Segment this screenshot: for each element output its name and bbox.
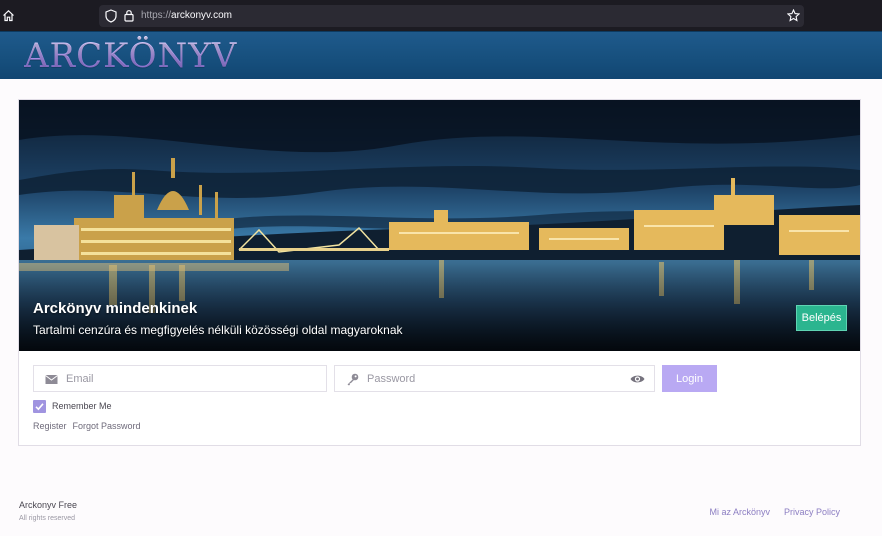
enter-button[interactable]: Belépés (796, 305, 847, 331)
hero-title: Arckönyv mindenkinek (33, 300, 198, 317)
about-link[interactable]: Mi az Arckönyv (709, 507, 770, 517)
email-input[interactable] (66, 366, 316, 391)
url-text[interactable]: https://arckonyv.com (141, 9, 232, 23)
site-header: ARCKÖNYV (0, 31, 882, 79)
home-icon[interactable] (2, 9, 15, 22)
privacy-policy-link[interactable]: Privacy Policy (784, 507, 840, 517)
remember-label: Remember Me (52, 401, 112, 411)
forgot-password-link[interactable]: Forgot Password (73, 421, 141, 431)
email-field[interactable] (33, 365, 327, 392)
shield-icon[interactable] (105, 9, 117, 23)
address-bar[interactable]: https://arckonyv.com (99, 5, 804, 27)
site-logo[interactable]: ARCKÖNYV (24, 36, 237, 76)
password-field[interactable] (334, 365, 655, 392)
eye-icon[interactable] (630, 373, 645, 385)
url-scheme: https:// (141, 10, 172, 21)
auth-links: Register Forgot Password (33, 421, 147, 431)
browser-toolbar: https://arckonyv.com (0, 0, 882, 31)
login-button[interactable]: Login (662, 365, 717, 392)
star-icon[interactable] (787, 9, 800, 22)
key-icon (347, 373, 359, 386)
remember-checkbox[interactable] (33, 400, 46, 413)
footer-rights: All rights reserved (19, 515, 76, 522)
footer-brand: Arckonyv Free (19, 500, 78, 510)
url-host: arckonyv.com (171, 10, 232, 21)
hero-subtitle: Tartalmi cenzúra és megfigyelés nélküli … (33, 323, 403, 337)
register-link[interactable]: Register (33, 421, 67, 431)
lock-icon[interactable] (124, 9, 134, 22)
envelope-icon (45, 375, 58, 384)
checkmark-icon (35, 403, 44, 411)
footer-links: Mi az Arckönyv Privacy Policy (695, 507, 840, 517)
password-input[interactable] (367, 366, 622, 391)
hero-banner: Arckönyv mindenkinek Tartalmi cenzúra és… (19, 100, 860, 351)
login-card: Arckönyv mindenkinek Tartalmi cenzúra és… (18, 99, 861, 446)
